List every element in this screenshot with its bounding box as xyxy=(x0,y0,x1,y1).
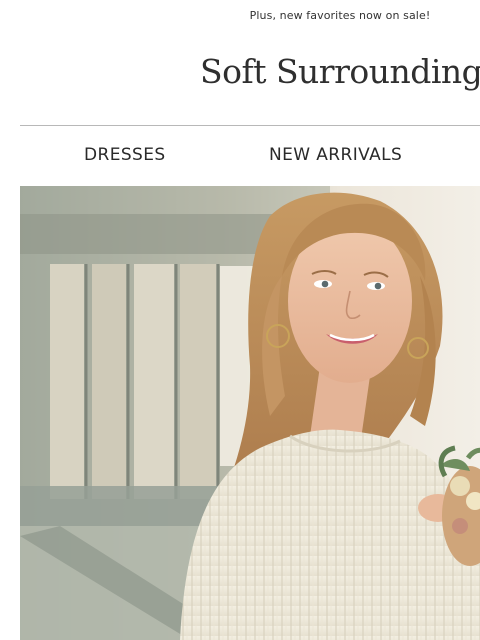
email-page: Plus, new favorites now on sale! Soft Su… xyxy=(0,0,480,640)
brand-logo[interactable]: Soft Surroundings xyxy=(200,52,480,91)
nav-link-new-arrivals[interactable]: NEW ARRIVALS xyxy=(269,145,402,165)
hero-image[interactable] xyxy=(20,186,480,640)
hero-photo xyxy=(20,186,480,640)
header-divider xyxy=(20,125,480,126)
nav-link-dresses[interactable]: DRESSES xyxy=(84,145,166,165)
promo-text[interactable]: Plus, new favorites now on sale! xyxy=(200,9,480,22)
